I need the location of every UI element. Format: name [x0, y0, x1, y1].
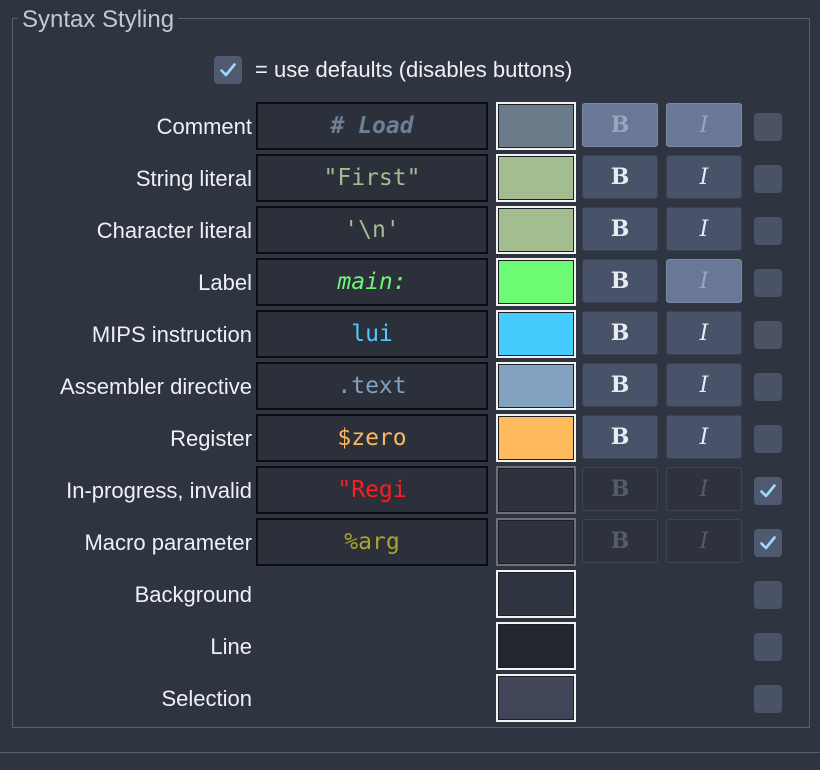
row-label: Character literal	[96, 218, 252, 243]
style-row-string-literal: String literal "First" B I	[0, 153, 820, 205]
italic-toggle-button[interactable]: I	[666, 207, 742, 251]
color-swatch-button[interactable]	[496, 570, 576, 618]
sample-text: .text	[256, 362, 488, 410]
color-swatch-button[interactable]	[496, 310, 576, 358]
sample-text: lui	[256, 310, 488, 358]
checkmark-icon	[760, 484, 776, 498]
use-default-checkbox[interactable]	[754, 165, 782, 193]
color-swatch-button[interactable]	[496, 414, 576, 462]
style-row-line: Line	[0, 621, 820, 673]
italic-toggle-button[interactable]: I	[666, 155, 742, 199]
use-default-checkbox[interactable]	[754, 477, 782, 505]
italic-toggle-button[interactable]: I	[666, 311, 742, 355]
style-row-label: Label main: B I	[0, 257, 820, 309]
use-defaults-label: = use defaults (disables buttons)	[255, 57, 573, 82]
style-row-mips-instruction: MIPS instruction lui B I	[0, 309, 820, 361]
color-swatch-button[interactable]	[496, 206, 576, 254]
italic-toggle-button[interactable]: I	[666, 363, 742, 407]
row-label: String literal	[135, 166, 252, 191]
use-default-checkbox[interactable]	[754, 113, 782, 141]
row-label: MIPS instruction	[91, 322, 252, 347]
italic-toggle-button[interactable]: I	[666, 415, 742, 459]
italic-toggle-button[interactable]: I	[666, 467, 742, 511]
group-title: Syntax Styling	[18, 6, 179, 34]
row-label: Selection	[161, 686, 252, 711]
bold-toggle-button[interactable]: B	[582, 467, 658, 511]
style-row-in-progress-invalid: In-progress, invalid "Regi B I	[0, 465, 820, 517]
use-default-checkbox[interactable]	[754, 321, 782, 349]
row-label: Label	[198, 270, 252, 295]
sample-text: main:	[256, 258, 488, 306]
use-default-checkbox[interactable]	[754, 581, 782, 609]
color-swatch-button[interactable]	[496, 362, 576, 410]
bold-toggle-button[interactable]: B	[582, 155, 658, 199]
style-row-selection: Selection	[0, 673, 820, 725]
style-row-assembler-directive: Assembler directive .text B I	[0, 361, 820, 413]
divider	[0, 752, 820, 753]
style-row-background: Background	[0, 569, 820, 621]
row-label: Register	[170, 426, 252, 451]
row-label: Line	[210, 634, 252, 659]
use-defaults-row: = use defaults (disables buttons)	[214, 56, 572, 84]
bold-toggle-button[interactable]: B	[582, 415, 658, 459]
row-label: Background	[134, 582, 252, 607]
row-label: Comment	[156, 114, 252, 139]
style-row-comment: Comment # Load B I	[0, 101, 820, 153]
sample-text: %arg	[256, 518, 488, 566]
bold-toggle-button[interactable]: B	[582, 363, 658, 407]
sample-text: "First"	[256, 154, 488, 202]
sample-text: # Load	[256, 102, 488, 150]
bold-toggle-button[interactable]: B	[582, 207, 658, 251]
style-row-character-literal: Character literal '\n' B I	[0, 205, 820, 257]
bold-toggle-button[interactable]: B	[582, 103, 658, 147]
sample-text: $zero	[256, 414, 488, 462]
row-label: Macro parameter	[84, 530, 252, 555]
color-swatch-button[interactable]	[496, 258, 576, 306]
checkmark-icon	[220, 63, 236, 77]
use-default-checkbox[interactable]	[754, 633, 782, 661]
italic-toggle-button[interactable]: I	[666, 519, 742, 563]
sample-text: "Regi	[256, 466, 488, 514]
color-swatch-button[interactable]	[496, 154, 576, 202]
checkmark-icon	[760, 536, 776, 550]
italic-toggle-button[interactable]: I	[666, 103, 742, 147]
use-default-checkbox[interactable]	[754, 217, 782, 245]
color-swatch-button[interactable]	[496, 102, 576, 150]
row-label: In-progress, invalid	[66, 478, 252, 503]
style-row-register: Register $zero B I	[0, 413, 820, 465]
use-defaults-checkbox[interactable]	[214, 56, 242, 84]
sample-text: '\n'	[256, 206, 488, 254]
use-default-checkbox[interactable]	[754, 685, 782, 713]
use-default-checkbox[interactable]	[754, 425, 782, 453]
use-default-checkbox[interactable]	[754, 529, 782, 557]
italic-toggle-button[interactable]: I	[666, 259, 742, 303]
bold-toggle-button[interactable]: B	[582, 519, 658, 563]
use-default-checkbox[interactable]	[754, 269, 782, 297]
bold-toggle-button[interactable]: B	[582, 311, 658, 355]
bold-toggle-button[interactable]: B	[582, 259, 658, 303]
color-swatch-button[interactable]	[496, 622, 576, 670]
style-row-macro-parameter: Macro parameter %arg B I	[0, 517, 820, 569]
color-swatch-button[interactable]	[496, 518, 576, 566]
color-swatch-button[interactable]	[496, 466, 576, 514]
row-label: Assembler directive	[60, 374, 252, 399]
use-default-checkbox[interactable]	[754, 373, 782, 401]
color-swatch-button[interactable]	[496, 674, 576, 722]
